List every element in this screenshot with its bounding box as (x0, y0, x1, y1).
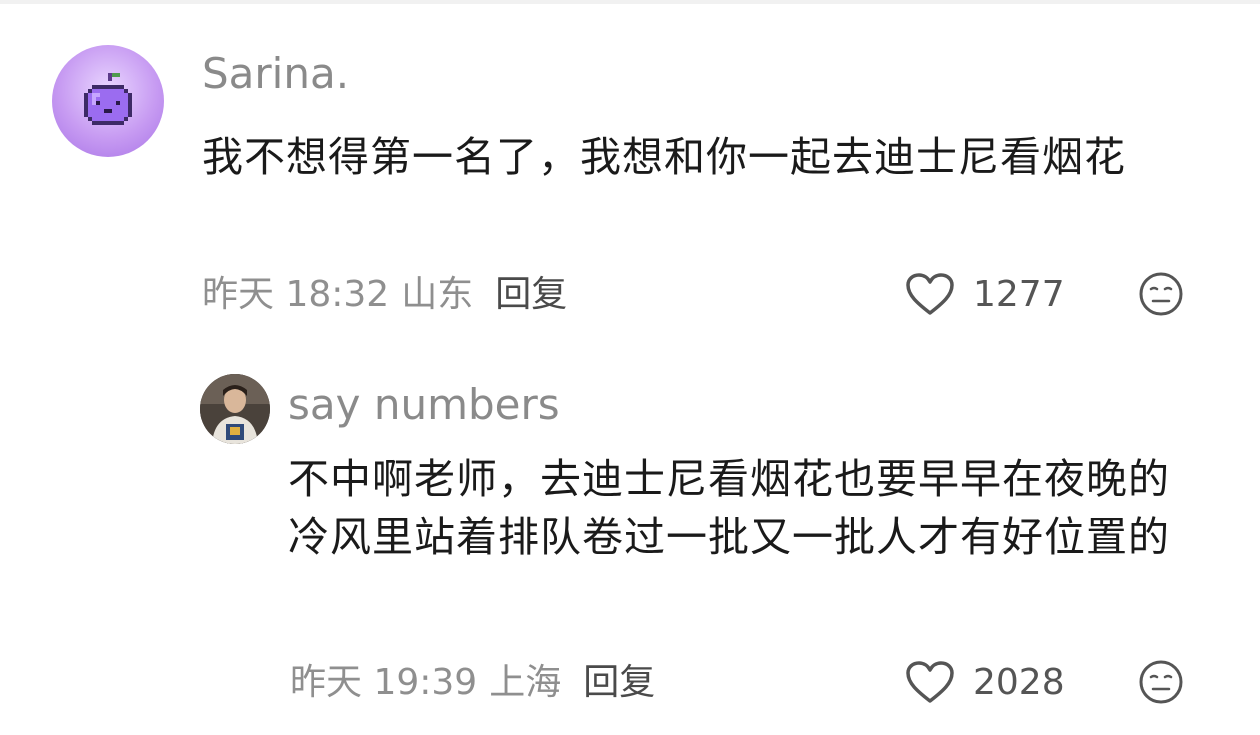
neutral-face-icon[interactable] (1137, 270, 1185, 318)
reply-button[interactable]: 回复 (583, 665, 655, 701)
comment-meta: 昨天 18:32 山东 回复 (202, 277, 567, 313)
like-count: 2028 (973, 661, 1065, 703)
avatar[interactable] (52, 45, 164, 157)
pixel-apple-icon (84, 73, 132, 125)
timestamp: 昨天 18:32 (202, 274, 390, 315)
avatar[interactable] (200, 374, 270, 444)
username[interactable]: say numbers (288, 384, 560, 426)
location: 上海 (489, 662, 562, 703)
like-count: 1277 (973, 273, 1065, 315)
heart-outline-icon (906, 661, 954, 703)
person-photo-icon (200, 374, 270, 444)
location: 山东 (401, 274, 474, 315)
like-button[interactable]: 2028 (905, 660, 1065, 704)
timestamp: 昨天 19:39 (290, 662, 478, 703)
comment-meta: 昨天 19:39 上海 回复 (290, 665, 655, 701)
comment-text: 不中啊老师，去迪士尼看烟花也要早早在夜晚的冷风里站着排队卷过一批又一批人才有好位… (288, 455, 1170, 561)
reply-button[interactable]: 回复 (495, 277, 567, 313)
top-divider (0, 0, 1260, 4)
like-button[interactable]: 1277 (905, 272, 1065, 316)
comment-text: 我不想得第一名了，我想和你一起去迪士尼看烟花 (202, 133, 1126, 181)
heart-outline-icon (906, 273, 954, 315)
neutral-face-icon[interactable] (1137, 658, 1185, 706)
username[interactable]: Sarina. (202, 53, 349, 95)
